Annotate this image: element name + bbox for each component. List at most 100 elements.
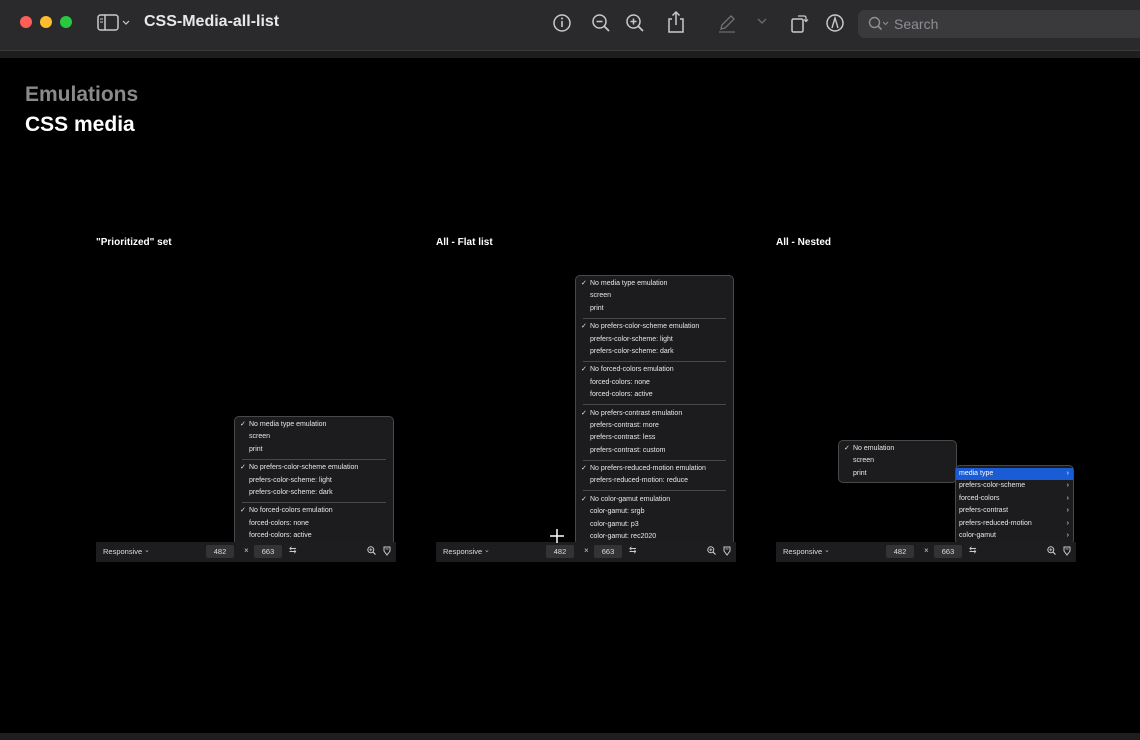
- width-input[interactable]: 482: [206, 545, 234, 558]
- height-input[interactable]: 663: [254, 545, 282, 558]
- zoom-icon[interactable]: [1047, 546, 1056, 557]
- submenu-item-label: prefers-color-scheme: [959, 482, 1026, 490]
- menu-item[interactable]: No emulation: [839, 443, 956, 456]
- info-icon[interactable]: [552, 12, 572, 34]
- menu-item[interactable]: prefers-color-scheme: dark: [235, 487, 393, 499]
- rotate-dimensions-icon[interactable]: ⇆: [289, 545, 297, 556]
- rotate-dimensions-icon[interactable]: ⇆: [629, 545, 637, 556]
- menu-item[interactable]: No media type emulation: [576, 278, 733, 291]
- menu-item[interactable]: forced-colors: none: [235, 518, 393, 530]
- submenu-item[interactable]: prefers-contrast ›: [956, 505, 1073, 517]
- chevron-right-icon: ›: [1066, 482, 1069, 490]
- toolbar-divider: [0, 51, 1140, 58]
- dimension-separator: ×: [924, 546, 929, 555]
- rotate-dimensions-icon[interactable]: ⇆: [969, 545, 977, 556]
- close-window-button[interactable]: [20, 16, 32, 28]
- chevron-down-icon[interactable]: ⌄: [824, 546, 830, 554]
- chevron-right-icon: ›: [1066, 519, 1069, 527]
- column-label-prioritized: "Prioritized" set: [96, 237, 172, 248]
- page-title: CSS media: [25, 113, 135, 136]
- menu-item[interactable]: print: [839, 468, 956, 480]
- menu-item[interactable]: forced-colors: active: [235, 530, 393, 542]
- device-select[interactable]: Responsive: [443, 547, 482, 556]
- menu-item[interactable]: prefers-contrast: less: [576, 432, 733, 444]
- dimension-separator: ×: [244, 546, 249, 555]
- menu-item[interactable]: screen: [839, 455, 956, 467]
- menu-item[interactable]: prefers-color-scheme: light: [576, 334, 733, 346]
- submenu-item[interactable]: prefers-reduced-motion ›: [956, 518, 1073, 530]
- submenu-item-label: media type: [959, 470, 994, 477]
- search-icon: [868, 16, 890, 37]
- menu-item[interactable]: forced-colors: active: [576, 389, 733, 401]
- height-input[interactable]: 663: [594, 545, 622, 558]
- window-titlebar: CSS-Media-all-list Search: [0, 0, 1140, 51]
- menu-item[interactable]: screen: [576, 290, 733, 302]
- menu-item[interactable]: print: [235, 444, 393, 456]
- submenu-item-label: prefers-reduced-motion: [959, 519, 1032, 527]
- menu-item[interactable]: color-gamut: p3: [576, 519, 733, 531]
- menu-item[interactable]: prefers-contrast: custom: [576, 445, 733, 457]
- menu-item[interactable]: prefers-reduced-motion: reduce: [576, 475, 733, 487]
- column-label-nested: All - Nested: [776, 237, 832, 248]
- menu-item[interactable]: prefers-color-scheme: light: [235, 475, 393, 487]
- menu-separator: [242, 501, 386, 503]
- markup-pen-icon[interactable]: [717, 12, 737, 34]
- chevron-right-icon: ›: [1066, 494, 1069, 502]
- chevron-down-icon[interactable]: [757, 16, 767, 26]
- annotate-icon[interactable]: [825, 12, 845, 34]
- dimension-separator: ×: [584, 546, 589, 555]
- zoom-icon[interactable]: [707, 546, 716, 557]
- window-bottom-edge: [0, 733, 1140, 740]
- rotate-icon[interactable]: [789, 12, 809, 34]
- maximize-window-button[interactable]: [60, 16, 72, 28]
- menu-item[interactable]: No media type emulation: [235, 419, 393, 432]
- device-emulation-icon[interactable]: [383, 546, 391, 558]
- responsive-toolbar-prioritized: Responsive ⌄ 482 × 663 ⇆: [96, 542, 396, 562]
- document-title: CSS-Media-all-list: [144, 13, 280, 30]
- zoom-in-icon[interactable]: [625, 12, 645, 34]
- minimize-window-button[interactable]: [40, 16, 52, 28]
- search-placeholder: Search: [894, 16, 939, 32]
- responsive-toolbar-flat: Responsive ⌄ 482 × 663 ⇆: [436, 542, 736, 562]
- search-field[interactable]: Search: [858, 10, 1140, 38]
- menu-item[interactable]: screen: [235, 431, 393, 443]
- device-emulation-icon[interactable]: [1063, 546, 1071, 558]
- device-select[interactable]: Responsive: [103, 547, 142, 556]
- chevron-right-icon: ›: [1066, 507, 1069, 515]
- zoom-out-icon[interactable]: [591, 12, 611, 34]
- menu-item[interactable]: prefers-contrast: more: [576, 420, 733, 432]
- media-emulation-menu-nested: No emulationscreenprint: [838, 440, 957, 484]
- menu-item[interactable]: No prefers-contrast emulation: [576, 408, 733, 421]
- menu-item[interactable]: No color-gamut emulation: [576, 494, 733, 507]
- sidebar-toggle-icon[interactable]: [97, 12, 131, 34]
- submenu-item-label: color-gamut: [959, 531, 996, 539]
- media-emulation-submenu-nested: media type › prefers-color-scheme › forced-c…: [955, 465, 1074, 546]
- chevron-down-icon[interactable]: ⌄: [144, 546, 150, 554]
- menu-separator: [583, 459, 726, 461]
- submenu-item-label: forced-colors: [959, 494, 1000, 502]
- menu-item[interactable]: No forced-colors emulation: [576, 364, 733, 377]
- chevron-down-icon[interactable]: ⌄: [484, 546, 490, 554]
- chevron-right-icon: ›: [1066, 531, 1069, 539]
- menu-item[interactable]: No prefers-color-scheme emulation: [576, 321, 733, 334]
- menu-item[interactable]: No prefers-color-scheme emulation: [235, 462, 393, 475]
- menu-item[interactable]: No forced-colors emulation: [235, 505, 393, 518]
- menu-separator: [583, 490, 726, 492]
- submenu-item[interactable]: forced-colors ›: [956, 493, 1073, 505]
- zoom-icon[interactable]: [367, 546, 376, 557]
- submenu-item-label: prefers-contrast: [959, 507, 1009, 515]
- menu-item[interactable]: forced-colors: none: [576, 377, 733, 389]
- submenu-item[interactable]: color-gamut ›: [956, 530, 1073, 542]
- height-input[interactable]: 663: [934, 545, 962, 558]
- width-input[interactable]: 482: [886, 545, 914, 558]
- device-emulation-icon[interactable]: [723, 546, 731, 558]
- share-icon[interactable]: [667, 10, 685, 34]
- menu-item[interactable]: color-gamut: srgb: [576, 506, 733, 518]
- menu-separator: [583, 317, 726, 319]
- submenu-item[interactable]: media type ›: [956, 468, 1073, 481]
- menu-item[interactable]: print: [576, 303, 733, 315]
- menu-item[interactable]: prefers-color-scheme: dark: [576, 346, 733, 358]
- menu-item[interactable]: No prefers-reduced-motion emulation: [576, 463, 733, 476]
- device-select[interactable]: Responsive: [783, 547, 822, 556]
- submenu-item[interactable]: prefers-color-scheme ›: [956, 480, 1073, 492]
